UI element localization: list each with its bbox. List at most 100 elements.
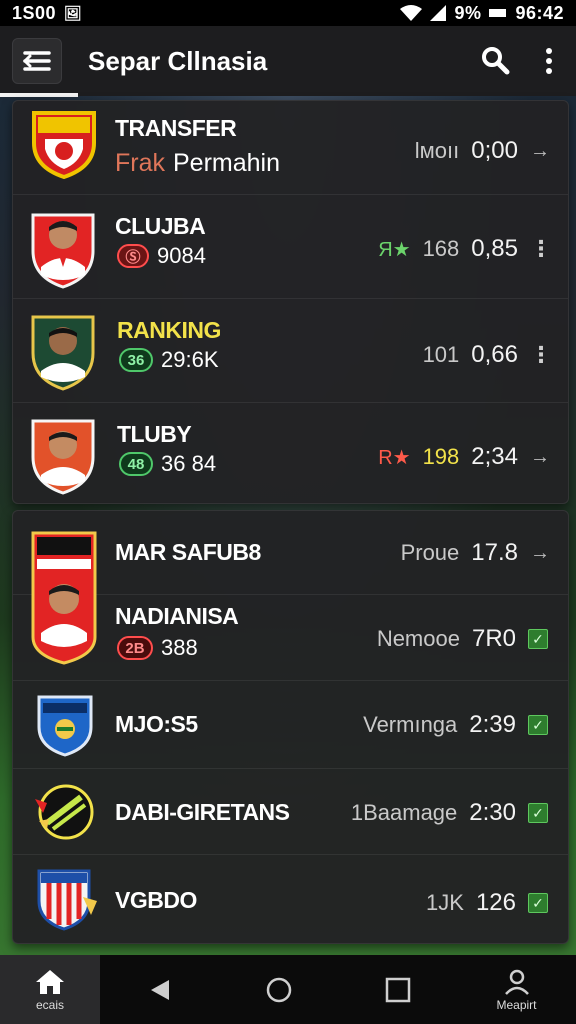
square-recents-icon: [385, 977, 410, 1002]
row-stat: 36 84: [161, 451, 217, 476]
row-meta: 1Baamage 2:30 ✓: [351, 799, 548, 827]
row-meta: Я★ 168 0,85 ⋮: [378, 235, 552, 263]
row-label: Nemooe: [376, 626, 460, 651]
row-count: 168: [422, 236, 460, 261]
wifi-icon: [400, 5, 423, 21]
arrow-right-icon[interactable]: →: [530, 446, 550, 469]
more-options-button[interactable]: [522, 34, 576, 88]
row-title: RANKING: [117, 317, 221, 343]
player-crest-icon: [31, 419, 95, 495]
row-subtitle: Frak Permahin: [115, 149, 280, 178]
status-bar: 1S00 🖼 9% 96:42: [0, 0, 576, 26]
row-stat: 29:6K: [161, 347, 219, 372]
row-count: 198: [422, 444, 460, 469]
nav-recents[interactable]: [338, 955, 457, 1024]
bottom-navigation: ecais Meapirt: [0, 955, 576, 1024]
row-meta: lмoıı 0;00 →: [414, 137, 550, 165]
check-icon[interactable]: ✓: [528, 893, 548, 913]
player-crest-icon: [31, 213, 95, 289]
battery-icon: [489, 9, 507, 17]
menu-button[interactable]: [12, 38, 62, 84]
app-title: Separ Cllnasia: [88, 45, 268, 76]
check-icon[interactable]: ✓: [528, 715, 548, 735]
club-badge: 2B: [117, 636, 153, 660]
row-stat: 9084: [157, 243, 206, 268]
card-top: TRANSFER Frak Permahin lмoıı 0;00 → CLUJ…: [12, 100, 569, 504]
row-title: MAR SAFUB8: [115, 539, 261, 565]
row-title: NADIANISA: [115, 603, 239, 629]
tab-indicator: [0, 93, 78, 97]
row-subtitle: 2B 388: [117, 635, 198, 661]
list-item[interactable]: CLUJBA Ⓢ 9084 Я★ 168 0,85 ⋮: [13, 195, 568, 299]
more-vertical-icon[interactable]: ⋮: [530, 342, 552, 368]
row-meta: R★ 198 2;34 →: [378, 443, 550, 471]
nav-home-label: ecais: [35, 997, 64, 1012]
club-badge: Ⓢ: [117, 244, 149, 268]
search-button[interactable]: [468, 34, 522, 88]
row-meta: 1JK 126 ✓: [426, 889, 548, 917]
list-item[interactable]: TRANSFER Frak Permahin lмoıı 0;00 →: [13, 101, 568, 195]
club-crest-icon: [37, 869, 97, 931]
row-value: 126: [475, 889, 516, 916]
row-stat: 388: [161, 635, 198, 660]
row-value: 0,66: [471, 341, 518, 368]
home-icon: [36, 969, 64, 994]
list-item[interactable]: MJO:S5 Vermınga 2:39 ✓: [13, 681, 568, 769]
row-count: 101: [422, 342, 460, 367]
menu-icon: [22, 51, 51, 71]
list-item[interactable]: VGBDO 1JK 126 ✓: [13, 855, 568, 945]
nav-profile[interactable]: Meapirt: [457, 955, 576, 1024]
row-rating: Я★: [378, 238, 411, 261]
list-item[interactable]: TLUBY 48 36 84 R★ 198 2;34 →: [13, 403, 568, 505]
arrow-right-icon[interactable]: →: [530, 542, 550, 565]
row-title: CLUJBA: [115, 213, 206, 239]
nav-profile-label: Meapirt: [496, 997, 537, 1012]
row-label: lмoıı: [414, 138, 460, 163]
check-icon[interactable]: ✓: [528, 803, 548, 823]
row-title: TLUBY: [117, 421, 192, 447]
image-icon: 🖼: [64, 4, 83, 21]
row-value: 2;34: [471, 443, 518, 470]
row-label: Proue: [400, 540, 460, 565]
club-crest-icon: [32, 111, 96, 179]
list-item[interactable]: DABI-GIRETANS 1Baamage 2:30 ✓: [13, 769, 568, 855]
row-meta: Nemooe 7R0 ✓: [377, 625, 548, 653]
subtitle-accent: Frak: [115, 149, 165, 177]
more-vertical-icon[interactable]: ⋮: [530, 236, 552, 262]
nav-home-circle[interactable]: [219, 955, 338, 1024]
profile-icon: [504, 969, 529, 995]
arrow-right-icon[interactable]: →: [530, 140, 550, 163]
row-subtitle: Ⓢ 9084: [117, 243, 206, 269]
row-label: Vermınga: [363, 712, 458, 737]
status-clock: 96:42: [515, 2, 564, 23]
nav-back[interactable]: [100, 955, 219, 1024]
club-crest-icon: [35, 784, 94, 840]
row-rating: R★: [378, 446, 411, 469]
row-meta: 101 0,66 ⋮: [422, 341, 552, 369]
back-triangle-icon: [150, 979, 169, 1000]
row-title: TRANSFER: [115, 115, 237, 141]
club-badge: 48: [119, 452, 153, 476]
row-label: 1Baamage: [350, 800, 458, 825]
row-label: 1JK: [426, 890, 464, 915]
row-subtitle: 36 29:6K: [119, 347, 219, 373]
subtitle-text: Permahin: [173, 149, 280, 177]
battery-percent: 9%: [454, 2, 482, 23]
status-time: 1S00: [12, 2, 57, 23]
row-value: 0;00: [471, 137, 518, 164]
nav-home[interactable]: ecais: [0, 955, 100, 1024]
row-meta: Vermınga 2:39 ✓: [363, 711, 548, 739]
club-crest-icon: [37, 695, 93, 757]
status-left: 1S00 🖼: [12, 3, 82, 24]
player-crest-icon: [31, 315, 95, 391]
row-title: DABI-GIRETANS: [115, 799, 290, 825]
row-meta: Proue 17.8 →: [400, 539, 550, 567]
signal-icon: [430, 5, 447, 21]
card-bottom: MAR SAFUB8 Proue 17.8 → NADIANISA 2B 388…: [12, 510, 569, 944]
row-title: MJO:S5: [115, 711, 198, 737]
club-banner-crest-icon: [31, 531, 97, 665]
row-title: VGBDO: [115, 887, 197, 913]
row-value: 2:30: [469, 799, 516, 826]
check-icon[interactable]: ✓: [528, 629, 548, 649]
list-item[interactable]: RANKING 36 29:6K 101 0,66 ⋮: [13, 299, 568, 403]
